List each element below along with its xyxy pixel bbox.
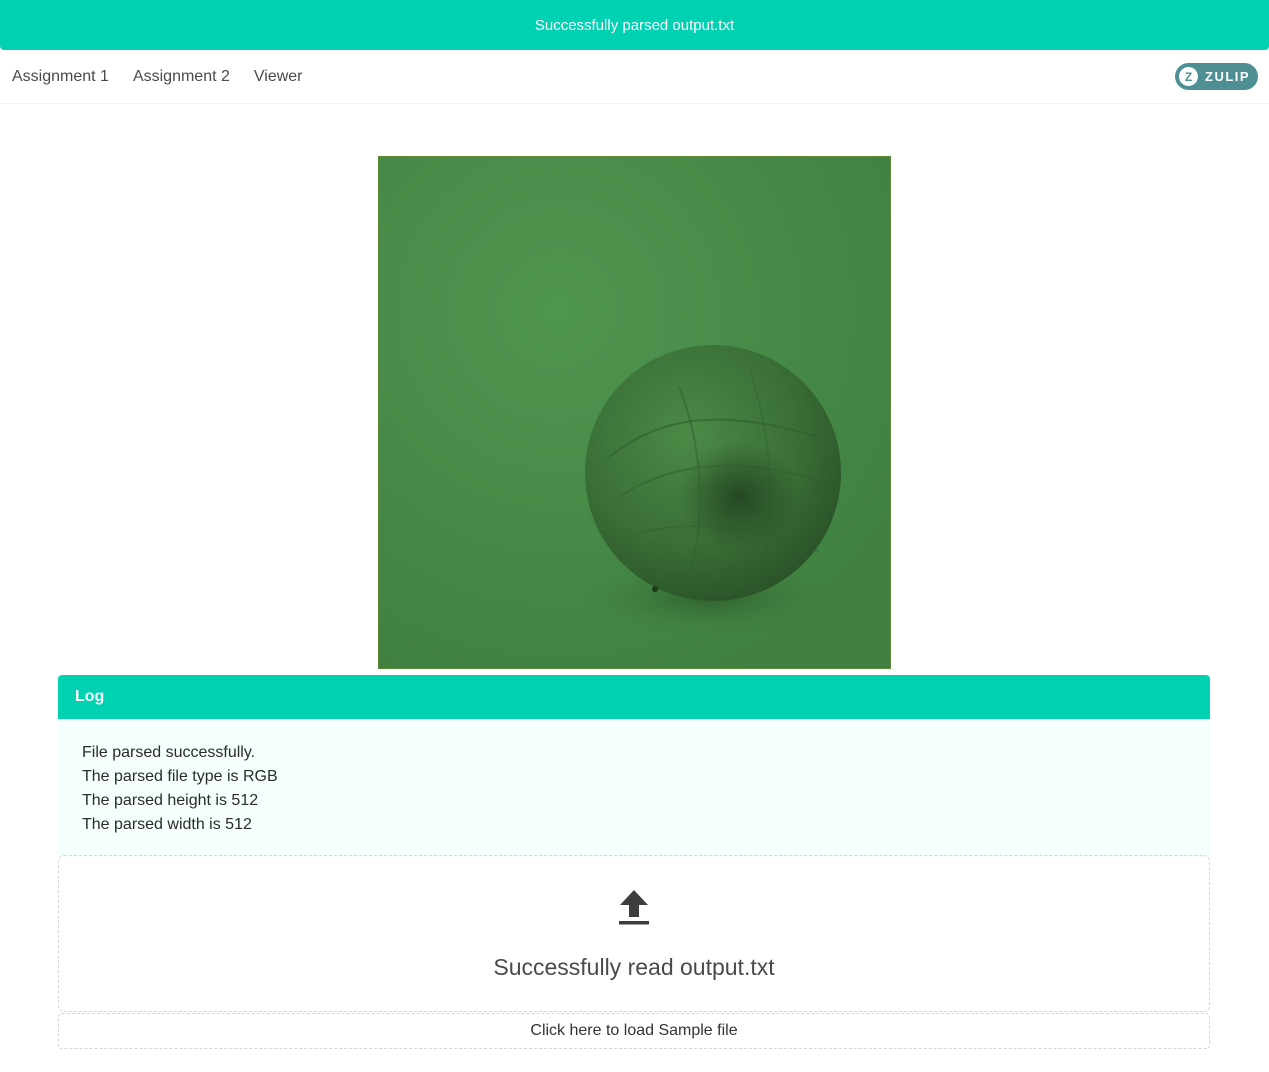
file-dropzone[interactable]: Successfully read output.txt bbox=[58, 855, 1210, 1012]
rendered-image bbox=[378, 156, 891, 669]
nav-assignment-1[interactable]: Assignment 1 bbox=[0, 50, 121, 103]
upload-status: Successfully read output.txt bbox=[493, 954, 775, 980]
load-sample-label: Click here to load Sample file bbox=[530, 1022, 738, 1039]
log-header: Log bbox=[58, 675, 1210, 719]
load-sample-button[interactable]: Click here to load Sample file bbox=[58, 1013, 1210, 1049]
log-line: File parsed successfully. bbox=[82, 744, 256, 761]
upload-icon bbox=[619, 890, 649, 925]
log-line: The parsed file type is RGB bbox=[82, 768, 278, 785]
log-panel: Log File parsed successfully. The parsed… bbox=[58, 675, 1210, 857]
nav-viewer[interactable]: Viewer bbox=[242, 50, 315, 103]
zulip-badge[interactable]: Z ZULIP bbox=[1175, 63, 1258, 90]
nav-assignment-2[interactable]: Assignment 2 bbox=[121, 50, 242, 103]
green-sphere-icon bbox=[379, 157, 890, 668]
log-line: The parsed height is 512 bbox=[82, 792, 259, 809]
zulip-logo-icon: Z bbox=[1179, 67, 1198, 86]
log-body: File parsed successfully. The parsed fil… bbox=[58, 719, 1210, 857]
log-title: Log bbox=[75, 688, 105, 705]
toast-message: Successfully parsed output.txt bbox=[534, 16, 735, 34]
top-navbar: Assignment 1 Assignment 2 Viewer Z ZULIP bbox=[0, 50, 1269, 104]
success-toast: Successfully parsed output.txt bbox=[0, 0, 1269, 50]
log-line: The parsed width is 512 bbox=[82, 816, 252, 833]
zulip-label: ZULIP bbox=[1205, 69, 1251, 84]
